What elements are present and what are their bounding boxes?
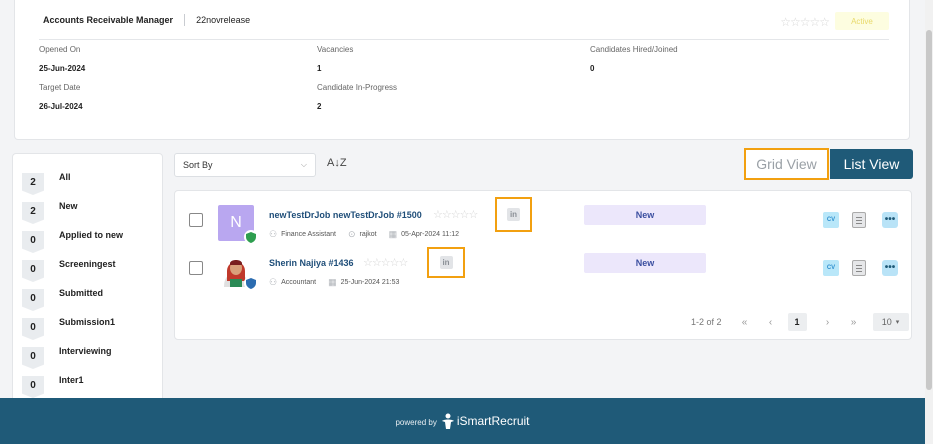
stage-label: Inter1 xyxy=(59,375,84,385)
stage-label: All xyxy=(59,172,71,182)
brand-name[interactable]: iSmartRecruit xyxy=(457,414,530,428)
candidate-date: 25-Jun-2024 21:53 xyxy=(340,279,400,286)
stage-inter1[interactable]: 0 Inter1 xyxy=(13,364,162,398)
candidate-meta: ⚇ Accountant ▦ 25-Jun-2024 21:53 xyxy=(269,277,399,288)
candidate-list-panel: N newTestDrJob newTestDrJob #1500 ☆☆☆☆☆ … xyxy=(174,190,912,340)
header-divider xyxy=(184,13,186,26)
prev-page-icon[interactable]: ‹ xyxy=(762,317,780,328)
calendar-icon: ▦ xyxy=(328,277,337,287)
next-page-icon[interactable]: › xyxy=(819,317,837,328)
stage-applied-to-new[interactable]: 0 Applied to new xyxy=(13,219,162,253)
in-progress-value: 2 xyxy=(317,102,322,111)
sort-by-placeholder: Sort By xyxy=(183,160,213,170)
candidate-rating-stars[interactable]: ☆☆☆☆☆ xyxy=(363,256,408,269)
linkedin-button[interactable]: in xyxy=(495,197,532,232)
sort-alphabetical-icon[interactable]: A↓Z xyxy=(327,157,347,169)
target-date-value: 26-Jul-2024 xyxy=(39,102,83,111)
cv-button[interactable]: CV xyxy=(823,212,839,228)
candidate-status-badge[interactable]: New xyxy=(584,253,706,273)
avatar-initial: N xyxy=(230,214,242,231)
candidate-name-link[interactable]: newTestDrJob newTestDrJob #1500 xyxy=(269,210,422,220)
page-size-select[interactable]: 10 ▾ xyxy=(872,313,909,331)
avatar[interactable]: N xyxy=(218,205,258,244)
stage-label: Screeningest xyxy=(59,259,116,269)
stage-interviewing[interactable]: 0 Interviewing xyxy=(13,335,162,369)
page-number-button[interactable]: 1 xyxy=(787,313,807,331)
stage-submitted[interactable]: 0 Submitted xyxy=(13,277,162,311)
opened-on-label: Opened On xyxy=(39,45,81,54)
stage-screeningest[interactable]: 0 Screeningest xyxy=(13,248,162,282)
chevron-down-icon: ▾ xyxy=(895,319,900,326)
calendar-icon: ▦ xyxy=(388,229,398,239)
candidate-meta: ⚇ Finance Assistant ⊙ rajkot ▦ 05-Apr-20… xyxy=(269,229,459,240)
job-status-badge[interactable]: Active xyxy=(835,12,889,30)
vacancies-value: 1 xyxy=(317,64,322,73)
linkedin-button[interactable]: in xyxy=(427,247,465,278)
list-view-button[interactable]: List View xyxy=(830,149,913,179)
sort-by-select[interactable]: Sort By ⌵ xyxy=(174,153,316,177)
user-icon: ⚇ xyxy=(269,229,278,239)
more-options-button[interactable]: ••• xyxy=(882,260,898,276)
chevron-down-icon: ⌵ xyxy=(300,160,307,169)
linkedin-icon: in xyxy=(439,256,453,269)
in-progress-label: Candidate In-Progress xyxy=(317,83,398,92)
last-page-icon[interactable]: » xyxy=(845,317,863,328)
pagination: 1-2 of 2 « ‹ 1 › » 10 ▾ xyxy=(691,313,909,331)
user-icon: ⚇ xyxy=(269,277,278,287)
shield-icon xyxy=(244,230,258,244)
stage-label: New xyxy=(59,201,78,211)
brand-logo-icon xyxy=(441,413,454,429)
job-code: 22novrelease xyxy=(196,14,251,25)
job-title[interactable]: Accounts Receivable Manager xyxy=(39,15,173,25)
first-page-icon[interactable]: « xyxy=(736,317,754,328)
candidate-designation: Accountant xyxy=(281,279,317,286)
candidate-date: 05-Apr-2024 11:12 xyxy=(401,231,459,238)
stage-label: Submitted xyxy=(59,288,103,298)
candidate-checkbox[interactable] xyxy=(189,261,203,275)
target-date-label: Target Date xyxy=(39,83,81,92)
linkedin-icon: in xyxy=(507,208,520,221)
document-icon[interactable] xyxy=(852,260,866,276)
footer: powered by iSmartRecruit xyxy=(0,398,925,444)
stage-label: Interviewing xyxy=(59,346,112,356)
hired-value: 0 xyxy=(590,64,595,73)
stage-submission1[interactable]: 0 Submission1 xyxy=(13,306,162,340)
stage-label: Submission1 xyxy=(59,317,116,327)
candidate-designation: Finance Assistant xyxy=(281,231,336,238)
cv-button[interactable]: CV xyxy=(823,260,839,276)
pagination-info: 1-2 of 2 xyxy=(691,317,722,327)
job-rating-stars[interactable]: ☆☆☆☆☆ xyxy=(780,15,830,29)
stage-new[interactable]: 2 New xyxy=(13,190,162,224)
candidate-rating-stars[interactable]: ☆☆☆☆☆ xyxy=(433,208,478,221)
powered-by-text: powered by xyxy=(395,418,437,427)
candidate-checkbox[interactable] xyxy=(189,213,203,227)
vacancies-label: Vacancies xyxy=(317,45,354,54)
page-scrollbar[interactable] xyxy=(925,0,933,444)
candidate-row: N newTestDrJob newTestDrJob #1500 ☆☆☆☆☆ … xyxy=(175,197,913,247)
job-summary-card: Accounts Receivable Manager 22novrelease… xyxy=(14,0,910,140)
shield-icon xyxy=(244,276,258,290)
pipeline-stage-list: 2 All 2 New 0 Applied to new 0 Screening… xyxy=(12,153,163,403)
candidate-row: Sherin Najiya #1436 ☆☆☆☆☆ in ⚇ Accountan… xyxy=(175,247,913,295)
document-icon[interactable] xyxy=(852,212,866,228)
hired-label: Candidates Hired/Joined xyxy=(590,45,678,54)
stage-count-badge: 0 xyxy=(22,376,44,398)
candidate-location: rajkot xyxy=(359,231,377,238)
candidate-name-link[interactable]: Sherin Najiya #1436 xyxy=(269,258,354,268)
avatar[interactable] xyxy=(218,251,258,290)
scrollbar-thumb[interactable] xyxy=(926,30,932,390)
opened-on-value: 25-Jun-2024 xyxy=(39,64,86,73)
grid-view-button[interactable]: Grid View xyxy=(744,148,829,180)
candidate-status-badge[interactable]: New xyxy=(584,205,706,225)
location-icon: ⊙ xyxy=(347,229,356,239)
stage-label: Applied to new xyxy=(59,230,123,240)
job-header: Accounts Receivable Manager 22novrelease… xyxy=(39,0,889,40)
more-options-button[interactable]: ••• xyxy=(882,212,898,228)
page-size-value: 10 xyxy=(881,317,892,327)
stage-all[interactable]: 2 All xyxy=(13,161,162,195)
